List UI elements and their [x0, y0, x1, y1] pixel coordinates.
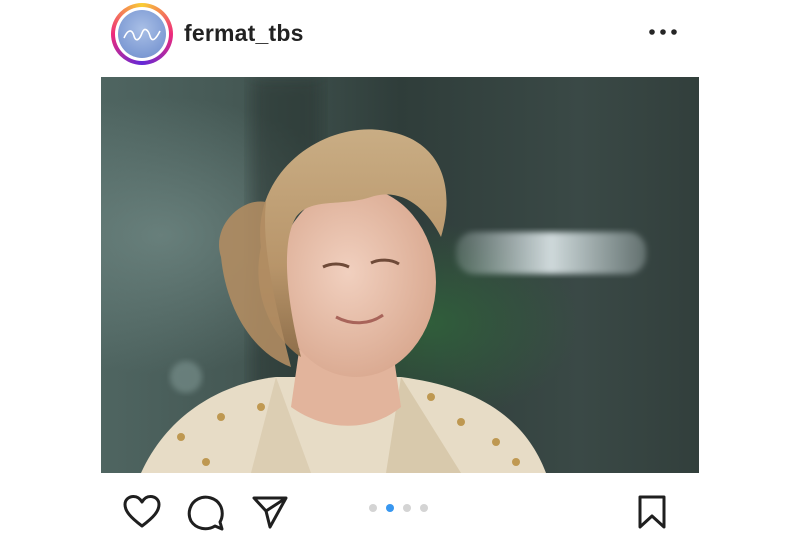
carousel-dot-active[interactable] — [386, 504, 394, 512]
more-options-button[interactable] — [646, 22, 680, 42]
post-photo[interactable] — [101, 77, 699, 473]
avatar-inner — [115, 7, 169, 61]
username-link[interactable]: fermat_tbs — [184, 20, 304, 47]
carousel-dot[interactable] — [403, 504, 411, 512]
post-header: fermat_tbs — [0, 0, 800, 68]
bookmark-icon — [638, 495, 666, 529]
profile-avatar[interactable] — [111, 3, 173, 65]
more-horizontal-icon — [649, 29, 677, 35]
post-action-bar — [0, 480, 800, 533]
heart-icon — [123, 495, 161, 528]
share-icon — [252, 496, 288, 529]
save-button[interactable] — [636, 494, 668, 535]
share-button[interactable] — [251, 494, 289, 535]
avatar-image — [118, 10, 166, 58]
carousel-dot[interactable] — [369, 504, 377, 512]
avatar-logo-icon — [123, 28, 161, 41]
comment-icon — [187, 495, 224, 531]
comment-button[interactable] — [187, 494, 225, 537]
carousel-dot[interactable] — [420, 504, 428, 512]
like-button[interactable] — [122, 494, 162, 535]
photo-illustration — [101, 77, 699, 473]
